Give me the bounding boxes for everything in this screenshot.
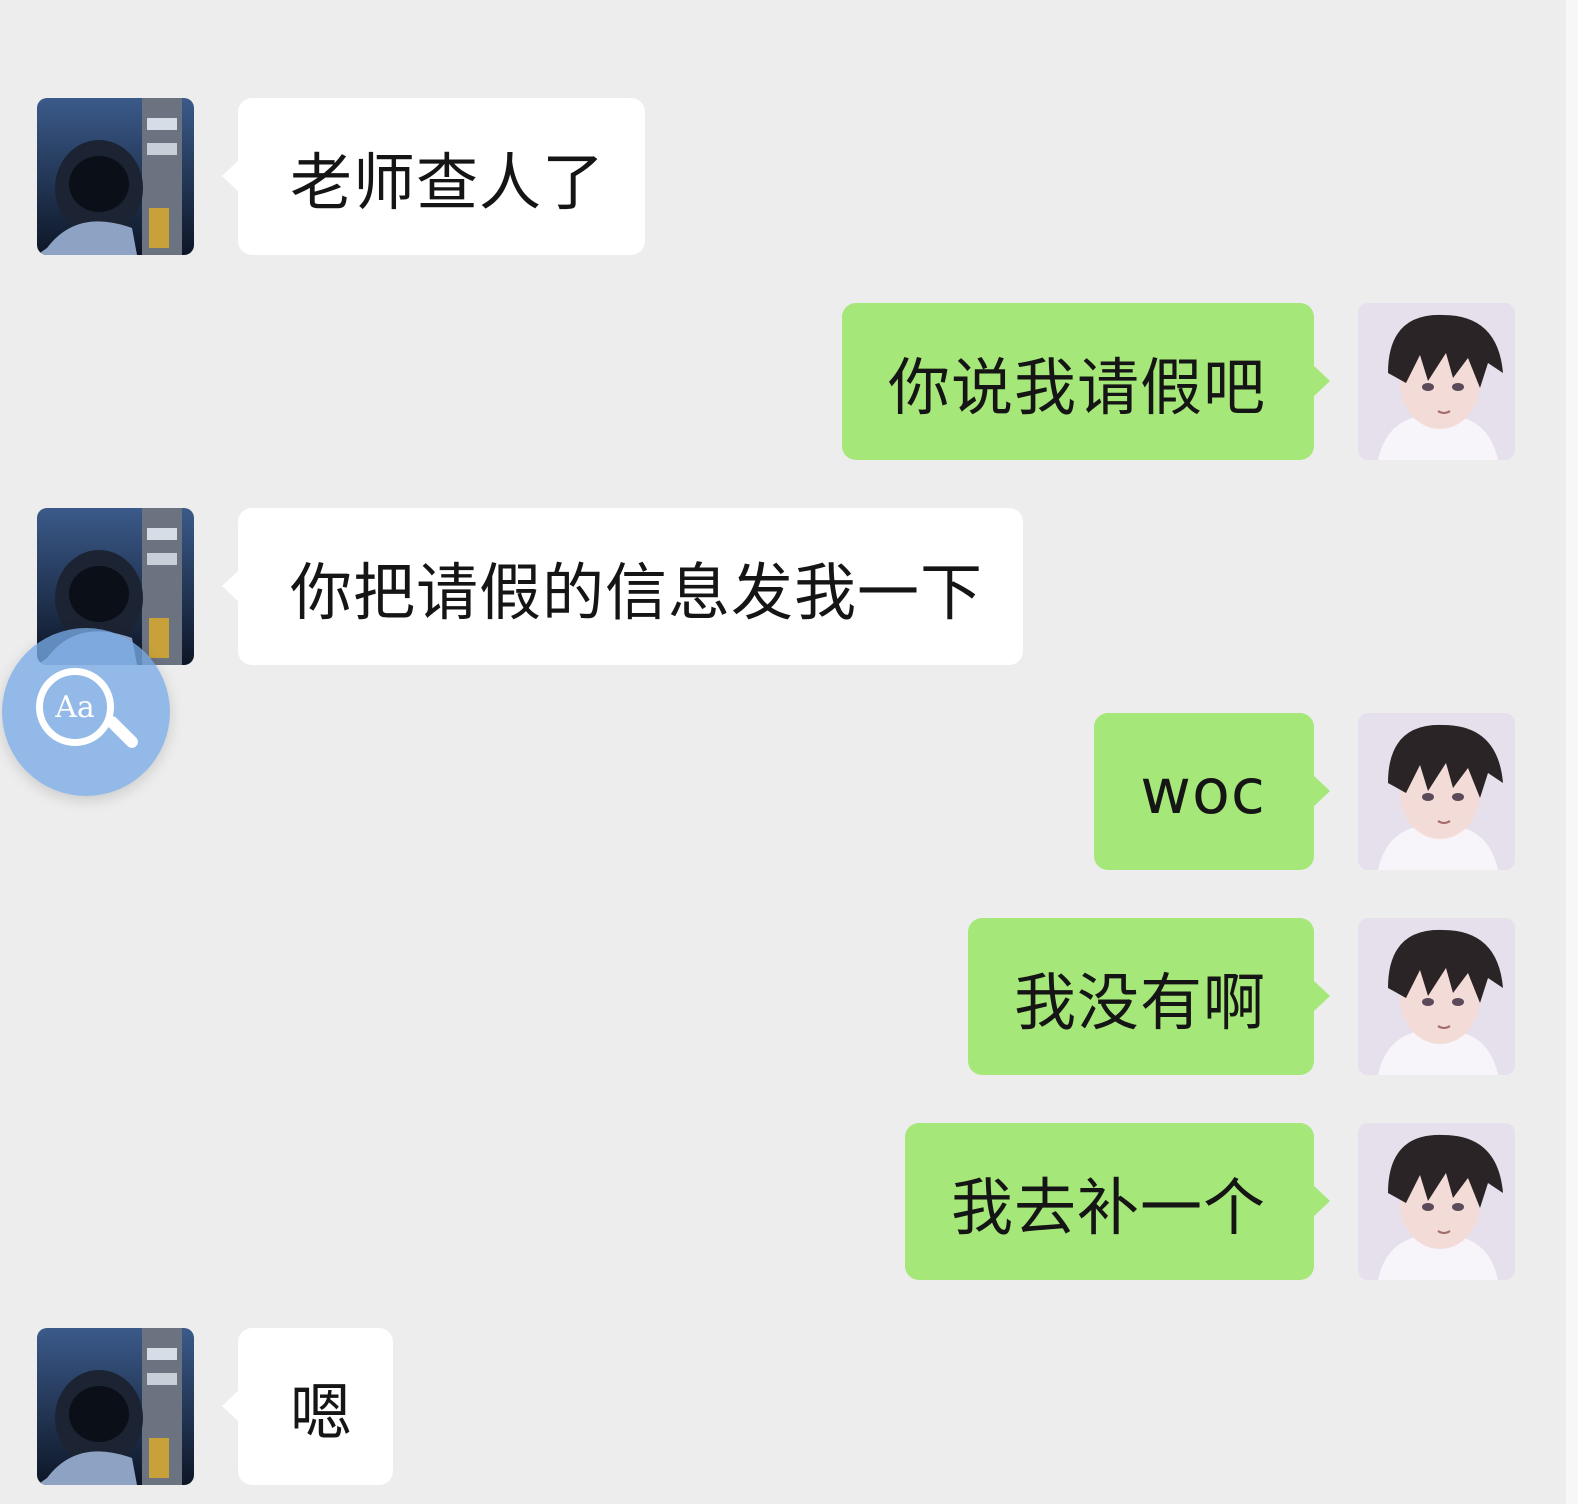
anime-boy-avatar-icon <box>1358 713 1515 870</box>
floating-button-label: Aa <box>55 689 95 725</box>
message-bubble-outgoing[interactable]: woc <box>1094 713 1330 870</box>
message-text: 我去补一个 <box>950 1170 1266 1244</box>
message-bubble-outgoing[interactable]: 我没有啊 <box>967 918 1331 1075</box>
window-edge <box>1566 0 1578 1504</box>
message-bubble-incoming[interactable]: 你把请假的信息发我一下 <box>221 508 1024 665</box>
chat-window[interactable]: 老师查人了 你说我请假吧 你把请假的信息发我一下 Aa woc 我没有啊 我去补… <box>0 0 1578 1504</box>
message-bubble-outgoing[interactable]: 你说我请假吧 <box>841 303 1331 460</box>
magnifier-handle <box>103 713 141 751</box>
contact-avatar[interactable] <box>37 1328 194 1485</box>
message-bubble-outgoing[interactable]: 我去补一个 <box>904 1123 1331 1280</box>
contact-avatar[interactable] <box>37 98 194 255</box>
my-avatar[interactable] <box>1358 918 1515 1075</box>
message-bubble-incoming[interactable]: 嗯 <box>221 1328 394 1485</box>
my-avatar[interactable] <box>1358 303 1515 460</box>
message-text: woc <box>1140 755 1266 828</box>
astronaut-avatar-icon <box>37 98 194 255</box>
message-text: 你把请假的信息发我一下 <box>290 555 984 629</box>
astronaut-avatar-icon <box>37 1328 194 1485</box>
message-text: 你说我请假吧 <box>887 350 1266 424</box>
message-text: 我没有啊 <box>1013 965 1266 1039</box>
message-text: 嗯 <box>290 1375 354 1449</box>
text-search-icon: Aa <box>36 668 114 746</box>
anime-boy-avatar-icon <box>1358 918 1515 1075</box>
floating-text-button[interactable]: Aa <box>2 628 170 796</box>
anime-boy-avatar-icon <box>1358 303 1515 460</box>
my-avatar[interactable] <box>1358 1123 1515 1280</box>
message-bubble-incoming[interactable]: 老师查人了 <box>221 98 646 255</box>
message-text: 老师查人了 <box>290 145 606 219</box>
my-avatar[interactable] <box>1358 713 1515 870</box>
anime-boy-avatar-icon <box>1358 1123 1515 1280</box>
